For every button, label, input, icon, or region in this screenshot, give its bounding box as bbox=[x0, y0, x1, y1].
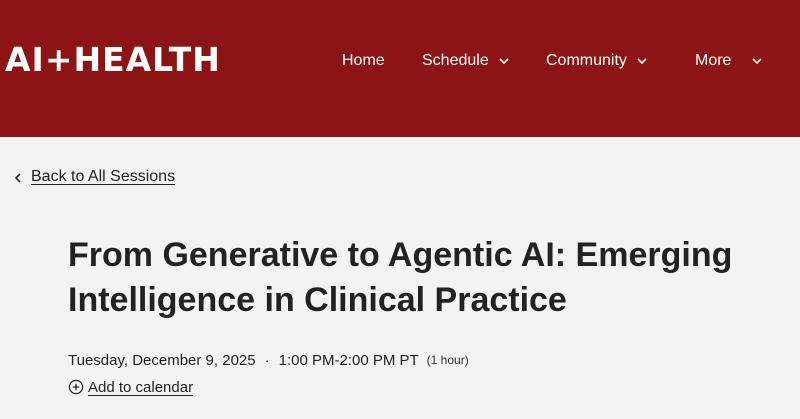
plus-circle-icon bbox=[68, 379, 84, 395]
site-header: AI+HEALTH Home Schedule Community More bbox=[0, 0, 800, 137]
chevron-down-icon bbox=[636, 55, 648, 67]
nav-home[interactable]: Home bbox=[342, 50, 385, 72]
session-duration: (1 hour) bbox=[426, 353, 469, 367]
session-title: From Generative to Agentic AI: Emerging … bbox=[68, 236, 733, 319]
chevron-left-icon bbox=[13, 171, 23, 183]
meta-separator: · bbox=[264, 351, 270, 369]
chevron-down-icon bbox=[498, 55, 510, 67]
nav-schedule[interactable]: Schedule bbox=[422, 50, 510, 72]
back-link-label: Back to All Sessions bbox=[31, 168, 176, 185]
session-time: 1:00 PM-2:00 PM PT bbox=[278, 351, 419, 369]
nav-home-label: Home bbox=[342, 52, 385, 69]
back-to-sessions-link[interactable]: Back to All Sessions bbox=[13, 166, 175, 188]
add-to-calendar-button[interactable]: Add to calendar bbox=[68, 377, 193, 397]
chevron-down-icon bbox=[751, 55, 763, 67]
nav-schedule-label: Schedule bbox=[422, 52, 489, 69]
site-logo[interactable]: AI+HEALTH bbox=[5, 40, 221, 79]
nav-more-label: More bbox=[695, 52, 732, 69]
nav-more[interactable]: More bbox=[695, 50, 763, 72]
nav-community-label: Community bbox=[546, 52, 627, 69]
add-to-calendar-label: Add to calendar bbox=[88, 378, 194, 396]
session-date: Tuesday, December 9, 2025 bbox=[68, 351, 256, 369]
session-meta: Tuesday, December 9, 2025 · 1:00 PM-2:00… bbox=[68, 350, 469, 370]
nav-community[interactable]: Community bbox=[546, 50, 648, 72]
